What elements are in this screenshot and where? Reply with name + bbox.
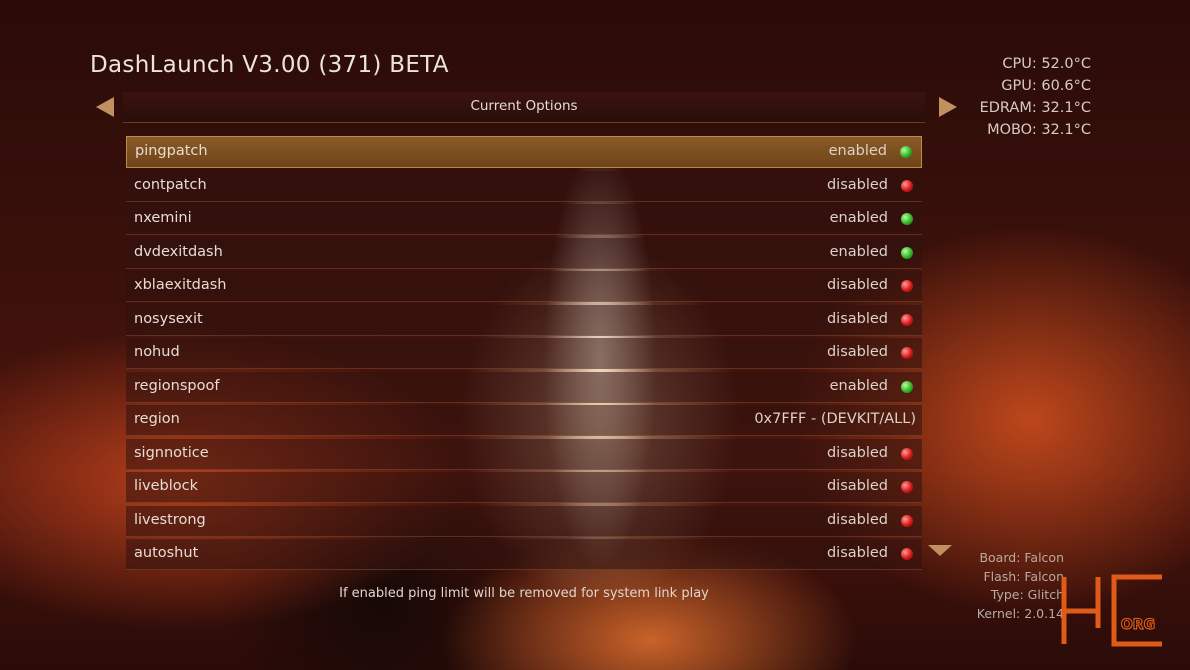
option-value: disabled <box>826 176 888 193</box>
option-row-autoshut[interactable]: autoshut disabled <box>126 539 922 570</box>
board-info: Board: Falcon <box>979 550 1064 565</box>
option-row-nohud[interactable]: nohud disabled <box>126 338 922 369</box>
option-name: signnotice <box>134 444 209 461</box>
status-led-icon <box>900 146 912 158</box>
option-row-signnotice[interactable]: signnotice disabled <box>126 438 922 470</box>
option-row-nxemini[interactable]: nxemini enabled <box>126 204 922 235</box>
mobo-temp: MOBO: 32.1°C <box>987 122 1091 138</box>
option-name: nosysexit <box>134 310 203 327</box>
option-value: enabled <box>829 210 888 226</box>
cpu-temp: CPU: 52.0°C <box>1002 56 1091 72</box>
option-row-contpatch[interactable]: contpatch disabled <box>126 170 922 202</box>
type-info: Type: Glitch <box>990 587 1064 602</box>
option-value: disabled <box>826 545 888 561</box>
status-led-icon <box>901 447 913 460</box>
option-row-regionspoof[interactable]: regionspoof enabled <box>126 371 922 403</box>
triangle-down-icon[interactable] <box>928 545 952 556</box>
status-led-icon <box>901 548 913 560</box>
option-row-liveblock[interactable]: liveblock disabled <box>126 472 922 503</box>
option-name: pingpatch <box>135 143 208 159</box>
option-row-livestrong[interactable]: livestrong disabled <box>126 505 922 537</box>
status-led-icon <box>901 481 913 493</box>
option-row-dvdexitdash[interactable]: dvdexitdash enabled <box>126 237 922 269</box>
temperature-readout: CPU: 52.0°C GPU: 60.6°C EDRAM: 32.1°C MO… <box>980 53 1091 141</box>
option-value: disabled <box>826 344 888 360</box>
option-name: nxemini <box>134 210 192 226</box>
option-value: disabled <box>826 277 888 293</box>
option-name: nohud <box>134 344 180 360</box>
status-led-icon <box>901 347 913 359</box>
option-name: livestrong <box>134 511 206 528</box>
system-info: Board: Falcon Flash: Falcon Type: Glitch… <box>977 549 1064 623</box>
option-value: disabled <box>826 511 888 528</box>
status-led-icon <box>901 380 913 393</box>
app-title: DashLaunch V3.00 (371) BETA <box>90 52 449 78</box>
options-header: Current Options <box>123 92 925 123</box>
edram-temp: EDRAM: 32.1°C <box>979 100 1091 116</box>
options-list: pingpatch enabled contpatch disabled nxemini… <box>126 136 922 573</box>
option-name: xblaexitdash <box>134 277 227 293</box>
option-value: enabled <box>829 377 888 394</box>
status-led-icon <box>901 213 913 225</box>
option-value: disabled <box>826 310 888 327</box>
kernel-info: Kernel: 2.0.14 <box>976 605 1064 621</box>
option-value: 0x7FFF - (DEVKIT/ALL) <box>754 411 916 427</box>
option-row-region[interactable]: region 0x7FFF - (DEVKIT/ALL) <box>126 405 922 436</box>
option-row-pingpatch[interactable]: pingpatch enabled <box>126 136 922 168</box>
flash-info: Flash: Falcon <box>983 568 1064 584</box>
option-name: dvdexitdash <box>134 243 223 260</box>
status-led-icon <box>901 313 913 326</box>
status-led-icon <box>901 514 913 527</box>
status-led-icon <box>901 179 913 192</box>
status-led-icon <box>901 246 913 259</box>
option-value: disabled <box>826 478 888 494</box>
gpu-temp: GPU: 60.6°C <box>1001 78 1091 94</box>
option-name: autoshut <box>134 545 199 561</box>
option-name: regionspoof <box>134 377 220 394</box>
option-description: If enabled ping limit will be removed fo… <box>339 586 709 601</box>
hc-logo: ORG <box>1061 574 1162 647</box>
options-header-label: Current Options <box>470 98 578 114</box>
option-value: disabled <box>826 444 888 461</box>
option-value: enabled <box>828 143 887 159</box>
logo-text: ORG <box>1121 617 1155 633</box>
option-name: liveblock <box>134 478 199 494</box>
option-row-nosysexit[interactable]: nosysexit disabled <box>126 304 922 336</box>
option-name: contpatch <box>134 176 207 193</box>
option-row-xblaexitdash[interactable]: xblaexitdash disabled <box>126 271 922 302</box>
option-name: region <box>134 411 180 427</box>
triangle-left-icon[interactable] <box>96 97 114 117</box>
option-value: enabled <box>829 243 888 260</box>
triangle-right-icon[interactable] <box>939 97 957 117</box>
status-led-icon <box>901 280 913 292</box>
